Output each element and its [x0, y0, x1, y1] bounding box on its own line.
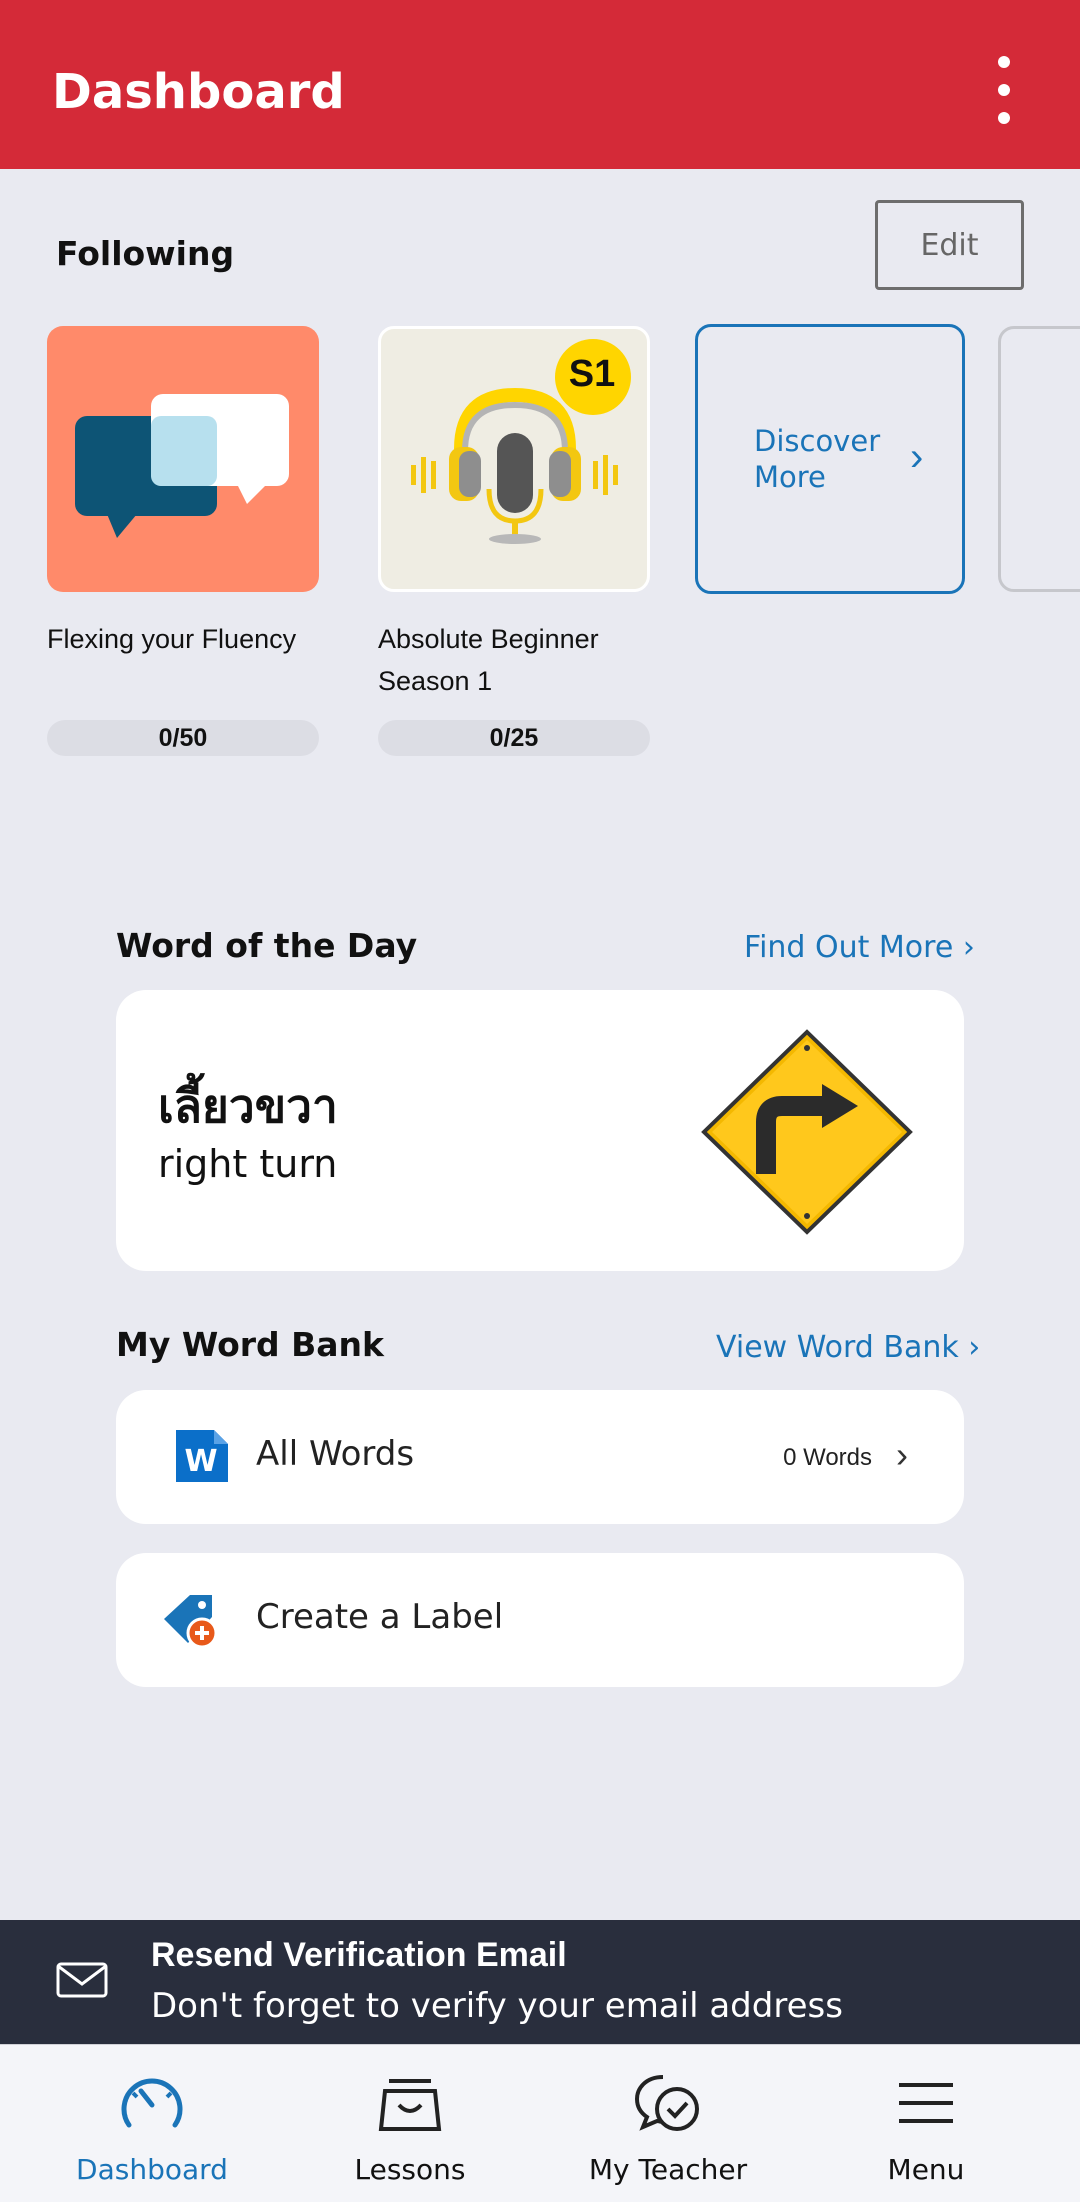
nav-label: Dashboard	[76, 2153, 228, 2186]
chevron-right-icon: ›	[962, 930, 975, 965]
discover-more-label: Discover More	[754, 424, 881, 494]
nav-dashboard[interactable]: Dashboard	[17, 2045, 287, 2202]
following-heading: Following	[56, 234, 235, 273]
nav-label: Lessons	[354, 2153, 466, 2186]
nav-label: Menu	[887, 2153, 965, 2186]
svg-text:W: W	[184, 1444, 217, 1479]
nav-label: My Teacher	[588, 2153, 748, 2186]
word-english: right turn	[158, 1142, 338, 1186]
chevron-right-icon: ›	[968, 1330, 981, 1365]
word-of-day-card[interactable]: เลี้ยวขวา right turn	[116, 990, 964, 1271]
create-label-text: Create a Label	[256, 1597, 504, 1637]
find-out-more-label: Find Out More	[744, 930, 954, 965]
nav-lessons[interactable]: Lessons	[275, 2045, 545, 2202]
course-card-fluency[interactable]: Flexing your Fluency 0/50	[47, 326, 319, 756]
course-name: Absolute Beginner Season 1	[378, 624, 599, 696]
verification-banner[interactable]: Resend Verification Email Don't forget t…	[0, 1920, 1080, 2044]
course-thumbnail: S1	[378, 326, 650, 592]
course-thumbnail	[47, 326, 319, 592]
word-thai: เลี้ยวขวา	[158, 1079, 338, 1133]
course-progress: 0/50	[47, 720, 319, 756]
nav-menu[interactable]: Menu	[791, 2045, 1061, 2202]
next-card-peek[interactable]	[998, 326, 1080, 592]
speech-bubbles-icon	[75, 394, 289, 538]
banner-title: Resend Verification Email	[151, 1936, 567, 1974]
teacher-chat-icon	[634, 2075, 699, 2131]
view-word-bank-link[interactable]: View Word Bank ›	[716, 1330, 980, 1365]
find-out-more-link[interactable]: Find Out More ›	[744, 930, 975, 965]
all-words-row[interactable]: W All Words 0 Words ›	[116, 1390, 964, 1524]
banner-subtitle: Don't forget to verify your email addres…	[151, 1986, 843, 2026]
app-bar: Dashboard	[0, 0, 1080, 169]
mail-envelope-icon	[56, 1962, 108, 1998]
all-words-label: All Words	[256, 1434, 415, 1474]
word-bank-heading: My Word Bank	[116, 1325, 384, 1364]
lessons-tray-icon	[378, 2079, 442, 2131]
edit-button[interactable]: Edit	[875, 200, 1024, 290]
create-label-row[interactable]: Create a Label	[116, 1553, 964, 1687]
bottom-navigation: Dashboard Lessons My Teacher Menu	[0, 2044, 1080, 2202]
course-progress: 0/25	[378, 720, 650, 756]
word-of-day-heading: Word of the Day	[116, 926, 418, 965]
season-badge: S1	[568, 353, 616, 395]
more-vertical-icon[interactable]	[984, 52, 1024, 128]
add-label-tag-icon	[164, 1595, 218, 1649]
nav-my-teacher[interactable]: My Teacher	[533, 2045, 803, 2202]
page-title: Dashboard	[52, 64, 345, 120]
chevron-right-icon: ›	[896, 1434, 908, 1475]
right-turn-sign-icon	[701, 1029, 913, 1235]
hamburger-menu-icon	[899, 2083, 953, 2123]
word-count: 0 Words	[783, 1444, 872, 1471]
dashboard-gauge-icon	[121, 2078, 183, 2128]
course-name: Flexing your Fluency	[47, 624, 297, 654]
course-card-absolute-beginner[interactable]: S1 Absolute Beginner Season 1 0/25	[378, 326, 650, 756]
discover-more-card[interactable]: Discover More ›	[695, 324, 965, 594]
view-word-bank-label: View Word Bank	[716, 1330, 959, 1365]
word-document-icon: W	[176, 1430, 228, 1482]
chevron-right-icon: ›	[910, 435, 924, 479]
